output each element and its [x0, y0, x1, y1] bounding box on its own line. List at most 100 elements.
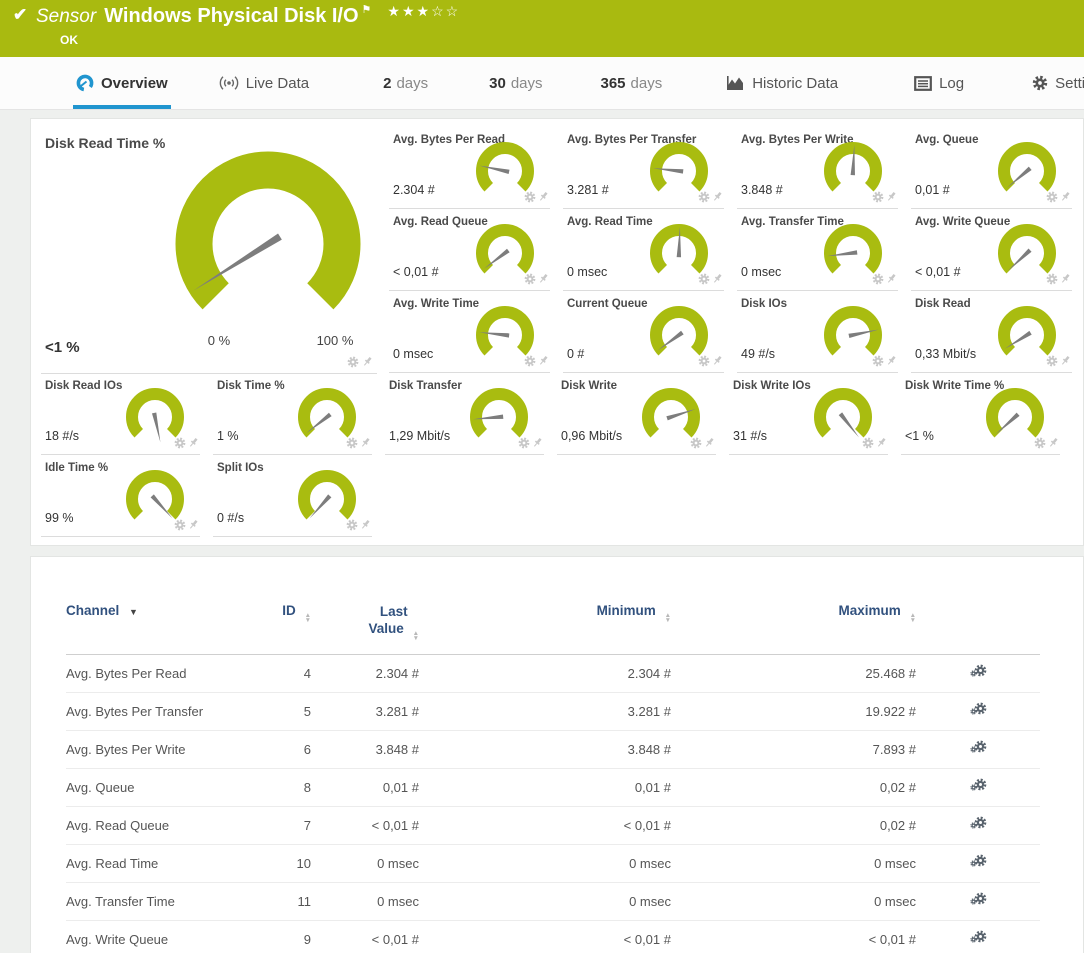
gauge-title: Avg. Write Time — [393, 298, 479, 310]
gauge-pin-icon[interactable] — [538, 355, 549, 367]
gauge-value: 3.281 # — [567, 183, 609, 197]
gauge-settings-icon[interactable] — [174, 519, 186, 531]
gauge-pin-icon[interactable] — [538, 273, 549, 285]
tab-historic-data[interactable]: Historic Data — [723, 57, 841, 109]
column-header-last-value[interactable]: LastValue ▲▼ — [311, 597, 419, 655]
channel-settings-icon[interactable] — [970, 854, 987, 870]
channel-minimum-cell: 0,01 # — [419, 769, 671, 807]
sensor-header: ✔ SensorWindows Physical Disk I/O⚑★★★☆☆ … — [0, 0, 1084, 57]
gauge-settings-icon[interactable] — [1046, 273, 1058, 285]
gauge-settings-icon[interactable] — [347, 356, 359, 368]
sort-icon[interactable]: ▲▼ — [910, 614, 916, 623]
status-ok-icon: ✔ — [13, 5, 27, 25]
gauge-pin-icon[interactable] — [886, 273, 897, 285]
gauge-pin-icon[interactable] — [1060, 355, 1071, 367]
channel-name-cell: Avg. Bytes Per Transfer — [66, 693, 246, 731]
gauge-settings-icon[interactable] — [174, 437, 186, 449]
gauge-settings-icon[interactable] — [690, 437, 702, 449]
channel-last-value-cell: 3.281 # — [311, 693, 419, 731]
gauge-pin-icon[interactable] — [712, 355, 723, 367]
gauge-settings-icon[interactable] — [346, 437, 358, 449]
gauge-pin-icon[interactable] — [188, 437, 199, 449]
column-header-channel[interactable]: Channel ▼ — [66, 597, 246, 655]
rating-stars[interactable]: ★★★☆☆ — [387, 3, 460, 19]
gauge-settings-icon[interactable] — [524, 355, 536, 367]
gauge-settings-icon[interactable] — [698, 355, 710, 367]
sort-icon[interactable]: ▲▼ — [665, 614, 671, 623]
channel-id-cell: 6 — [246, 731, 311, 769]
gauge-settings-icon[interactable] — [524, 191, 536, 203]
sensor-kind-label: Sensor — [36, 6, 96, 27]
tab-log[interactable]: Log — [911, 57, 967, 109]
gauge-pin-icon[interactable] — [1060, 273, 1071, 285]
channel-last-value-cell: < 0,01 # — [311, 921, 419, 953]
channel-settings-icon[interactable] — [970, 664, 987, 680]
column-header-minimum[interactable]: Minimum ▲▼ — [419, 597, 671, 655]
gauge-actions — [872, 191, 897, 203]
channel-settings-icon[interactable] — [970, 816, 987, 832]
column-header-id[interactable]: ID ▲▼ — [246, 597, 311, 655]
gauge-pin-icon[interactable] — [362, 356, 373, 368]
tab-settings[interactable]: Settings — [1029, 57, 1084, 109]
gauge-value: <1 % — [905, 429, 934, 443]
gauges-panel: Disk Read Time % 0 % 100 % <1 % Avg. Byt… — [30, 118, 1084, 546]
gauge-pin-icon[interactable] — [886, 191, 897, 203]
gauge-pin-icon[interactable] — [360, 519, 371, 531]
gauge-settings-icon[interactable] — [872, 355, 884, 367]
gauge-value: < 0,01 # — [393, 265, 439, 279]
gauge-settings-icon[interactable] — [698, 191, 710, 203]
gauge-pin-icon[interactable] — [532, 437, 543, 449]
gauge-pin-icon[interactable] — [1060, 191, 1071, 203]
table-row: Avg. Bytes Per Read 4 2.304 # 2.304 # 25… — [66, 655, 1040, 693]
column-header-settings — [916, 597, 1040, 655]
gauge-value: 31 #/s — [733, 429, 767, 443]
gauge-actions — [524, 191, 549, 203]
gauge-settings-icon[interactable] — [1046, 191, 1058, 203]
tab-live-data[interactable]: Live Data — [216, 57, 312, 109]
gauge-pin-icon[interactable] — [538, 191, 549, 203]
gauge-actions — [174, 519, 199, 531]
gauge-pin-icon[interactable] — [876, 437, 887, 449]
gauge-title: Split IOs — [217, 462, 264, 474]
gauge-settings-icon[interactable] — [1046, 355, 1058, 367]
sort-icon[interactable]: ▲▼ — [305, 614, 311, 623]
gauge-tile-avg-read-queue: Avg. Read Queue < 0,01 # — [389, 209, 550, 291]
gauge-settings-icon[interactable] — [1034, 437, 1046, 449]
gauge-tile-disk-transfer: Disk Transfer 1,29 Mbit/s — [385, 373, 544, 455]
gauge-tile-disk-ios: Disk IOs 49 #/s — [737, 291, 898, 373]
channel-settings-icon[interactable] — [970, 892, 987, 908]
gauge-actions — [698, 355, 723, 367]
gauge-settings-icon[interactable] — [862, 437, 874, 449]
gauge-tile-current-queue: Current Queue 0 # — [563, 291, 724, 373]
gauge-settings-icon[interactable] — [872, 191, 884, 203]
gauge-settings-icon[interactable] — [518, 437, 530, 449]
channel-id-cell: 11 — [246, 883, 311, 921]
channel-settings-icon[interactable] — [970, 740, 987, 756]
sort-icon[interactable]: ▲▼ — [413, 632, 419, 641]
channel-settings-icon[interactable] — [970, 778, 987, 794]
channel-minimum-cell: 0 msec — [419, 883, 671, 921]
channel-settings-icon[interactable] — [970, 930, 987, 946]
gauge-pin-icon[interactable] — [360, 437, 371, 449]
column-header-maximum[interactable]: Maximum ▲▼ — [671, 597, 916, 655]
flag-icon[interactable]: ⚑ — [362, 4, 372, 16]
gauge-pin-icon[interactable] — [704, 437, 715, 449]
gauge-pin-icon[interactable] — [712, 191, 723, 203]
gauge-pin-icon[interactable] — [1048, 437, 1059, 449]
gauge-settings-icon[interactable] — [524, 273, 536, 285]
gauge-tile-disk-read: Disk Read 0,33 Mbit/s — [911, 291, 1072, 373]
sort-desc-icon: ▼ — [129, 607, 138, 617]
channel-name-cell: Avg. Write Queue — [66, 921, 246, 953]
tab-365-days[interactable]: 365days — [598, 57, 666, 109]
gauge-settings-icon[interactable] — [346, 519, 358, 531]
tab-2-days[interactable]: 2days — [380, 57, 431, 109]
gauge-settings-icon[interactable] — [698, 273, 710, 285]
gauge-pin-icon[interactable] — [712, 273, 723, 285]
channel-settings-icon[interactable] — [970, 702, 987, 718]
tab-30-days[interactable]: 30days — [486, 57, 545, 109]
tab-overview[interactable]: Overview — [73, 57, 171, 109]
gauge-row-middle: Disk Read IOs 18 #/s Disk Time % 1 % — [41, 373, 1073, 455]
gauge-settings-icon[interactable] — [872, 273, 884, 285]
gauge-pin-icon[interactable] — [188, 519, 199, 531]
gauge-pin-icon[interactable] — [886, 355, 897, 367]
